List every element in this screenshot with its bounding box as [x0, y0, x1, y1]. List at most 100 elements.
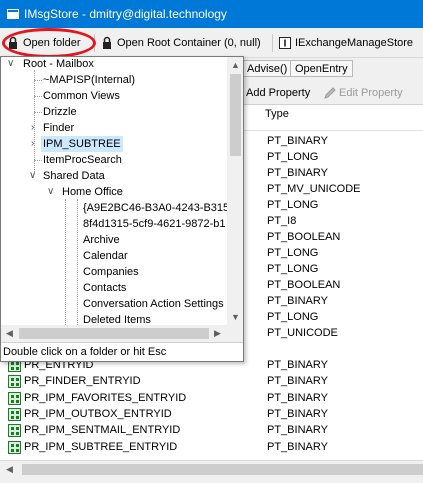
tab-openentry[interactable]: OpenEntry: [290, 60, 353, 77]
tree-guide-line: [34, 112, 42, 113]
property-icon: [8, 408, 21, 421]
scrollbar-thumb[interactable]: [22, 464, 423, 475]
tree-node-home-office[interactable]: Home Office: [62, 184, 123, 200]
scroll-down-icon[interactable]: ▼: [231, 312, 240, 322]
property-icon: [8, 441, 21, 454]
property-type: PT_BINARY: [267, 295, 328, 307]
open-root-label: Open Root Container (0, null): [117, 37, 261, 49]
property-icon: [8, 392, 21, 405]
property-icon: [8, 375, 21, 388]
window-title: IMsgStore - dmitry@digital.technology: [24, 7, 227, 21]
property-type: PT_BINARY: [267, 359, 328, 371]
chevron-down-icon[interactable]: ∨: [29, 168, 36, 184]
header-divider: [243, 130, 423, 131]
toolbar-separator: [272, 34, 273, 52]
lock-icon: [103, 36, 111, 49]
property-type: PT_I8: [267, 215, 297, 227]
toolbar-separator: [94, 34, 95, 52]
tree-node-common-views[interactable]: Common Views: [43, 88, 120, 104]
tree-guide-line: [34, 80, 42, 81]
status-bar: [0, 477, 423, 483]
property-name: PR_IPM_SUBTREE_ENTRYID: [24, 441, 178, 453]
tree-vertical-scrollbar[interactable]: ▲ ▼: [227, 57, 243, 325]
tree-node-guid-folder[interactable]: {A9E2BC46-B3A0-4243-B315-: [83, 200, 233, 216]
interface-icon: [279, 37, 291, 49]
property-type: PT_LONG: [267, 199, 319, 211]
property-type: PT_BINARY: [267, 424, 328, 436]
folder-picker-hint: Double click on a folder or hit Esc: [1, 342, 243, 361]
property-type: PT_BINARY: [267, 167, 328, 179]
property-type: PT_LONG: [267, 247, 319, 259]
tree-node-archive[interactable]: Archive: [83, 232, 120, 248]
app-icon: [7, 9, 19, 19]
tree-node-itemprocsearch[interactable]: ItemProcSearch: [43, 152, 122, 168]
tree-node-calendar[interactable]: Calendar: [83, 248, 128, 264]
scrollbar-thumb[interactable]: [19, 328, 209, 339]
tree-node-contacts[interactable]: Contacts: [83, 280, 126, 296]
chevron-down-icon[interactable]: ∨: [47, 184, 54, 200]
tree-node-root[interactable]: Root - Mailbox: [23, 57, 94, 72]
type-column-header[interactable]: Type: [265, 108, 289, 120]
open-folder-label: Open folder: [23, 37, 81, 49]
exchange-manage-label: IExchangeManageStore: [295, 37, 414, 49]
property-type: PT_BINARY: [267, 408, 328, 420]
open-folder-button[interactable]: Open folder: [6, 33, 80, 53]
edit-property-label: Edit Property: [339, 87, 403, 99]
edit-property-button[interactable]: Edit Property: [323, 84, 403, 102]
property-type: PT_BINARY: [267, 135, 328, 147]
property-type: PT_LONG: [267, 311, 319, 323]
tree-guide-line: [65, 199, 66, 325]
tree-node-mapisp[interactable]: ~MAPISP(Internal): [43, 72, 135, 88]
open-root-container-button[interactable]: Open Root Container (0, null): [100, 33, 261, 53]
chevron-right-icon[interactable]: ›: [31, 136, 34, 152]
tree-guide-line: [34, 160, 42, 161]
property-type: PT_BOOLEAN: [267, 231, 341, 243]
table-row[interactable]: PR_IPM_OUTBOX_ENTRYID PT_BINARY: [0, 406, 423, 422]
property-type: PT_BINARY: [267, 392, 328, 404]
property-type: PT_BINARY: [267, 441, 328, 453]
tree-node-companies[interactable]: Companies: [83, 264, 139, 280]
scroll-left-icon[interactable]: ◀: [6, 464, 13, 475]
property-name: PR_IPM_SENTMAIL_ENTRYID: [24, 424, 181, 436]
property-type: PT_BOOLEAN: [267, 279, 341, 291]
table-row[interactable]: PR_IPM_SENTMAIL_ENTRYID PT_BINARY: [0, 422, 423, 438]
scrollbar-thumb[interactable]: [230, 74, 241, 156]
tree-node-finder[interactable]: Finder: [43, 120, 74, 136]
tree-guide-line: [77, 199, 78, 325]
property-type: PT_BINARY: [267, 375, 328, 387]
tree-node-guid-folder[interactable]: 8f4d1315-5cf9-4621-9872-b1: [83, 216, 226, 232]
title-bar: IMsgStore - dmitry@digital.technology: [0, 0, 423, 28]
method-tabs: Advise() OpenEntry: [240, 58, 423, 78]
lock-icon: [9, 36, 17, 49]
table-row[interactable]: PR_IPM_SUBTREE_ENTRYID PT_BINARY: [0, 439, 423, 455]
scroll-up-icon[interactable]: ▲: [231, 60, 240, 70]
property-name: PR_IPM_FAVORITES_ENTRYID: [24, 392, 187, 404]
tree-node-drizzle[interactable]: Drizzle: [43, 104, 77, 120]
property-name: PR_IPM_OUTBOX_ENTRYID: [24, 408, 172, 420]
horizontal-scrollbar[interactable]: ◀: [0, 460, 423, 477]
table-row[interactable]: PR_FINDER_ENTRYID PT_BINARY: [0, 373, 423, 389]
tree-guide-line: [34, 96, 42, 97]
scroll-left-icon[interactable]: ◀: [6, 328, 13, 339]
property-type: PT_LONG: [267, 151, 319, 163]
folder-picker-popup: ∨ Root - Mailbox ~MAPISP(Internal) Commo…: [0, 56, 244, 362]
tree-node-conversation-action-settings[interactable]: Conversation Action Settings: [83, 296, 224, 312]
exchange-manage-store-button[interactable]: IExchangeManageStore: [278, 33, 413, 53]
chevron-right-icon[interactable]: ›: [31, 120, 34, 136]
add-property-button[interactable]: Add Property: [246, 84, 310, 102]
scroll-right-icon[interactable]: ▶: [214, 328, 221, 339]
tab-advise[interactable]: Advise(): [242, 60, 293, 77]
toolbar: Open folder Open Root Container (0, null…: [0, 28, 423, 58]
property-name: PR_FINDER_ENTRYID: [24, 375, 141, 387]
chevron-down-icon[interactable]: ∨: [7, 57, 14, 72]
table-row[interactable]: PR_IPM_FAVORITES_ENTRYID PT_BINARY: [0, 390, 423, 406]
tree-node-ipm-subtree[interactable]: IPM_SUBTREE: [41, 136, 123, 152]
property-icon: [8, 424, 21, 437]
property-type: PT_UNICODE: [267, 327, 338, 339]
tree-horizontal-scrollbar[interactable]: ◀ ▶: [1, 325, 243, 342]
property-type: PT_MV_UNICODE: [267, 183, 361, 195]
tree-node-shared-data[interactable]: Shared Data: [43, 168, 105, 184]
property-type: PT_LONG: [267, 263, 319, 275]
pencil-icon: [324, 87, 336, 99]
property-toolbar: Add Property Edit Property: [243, 82, 423, 104]
